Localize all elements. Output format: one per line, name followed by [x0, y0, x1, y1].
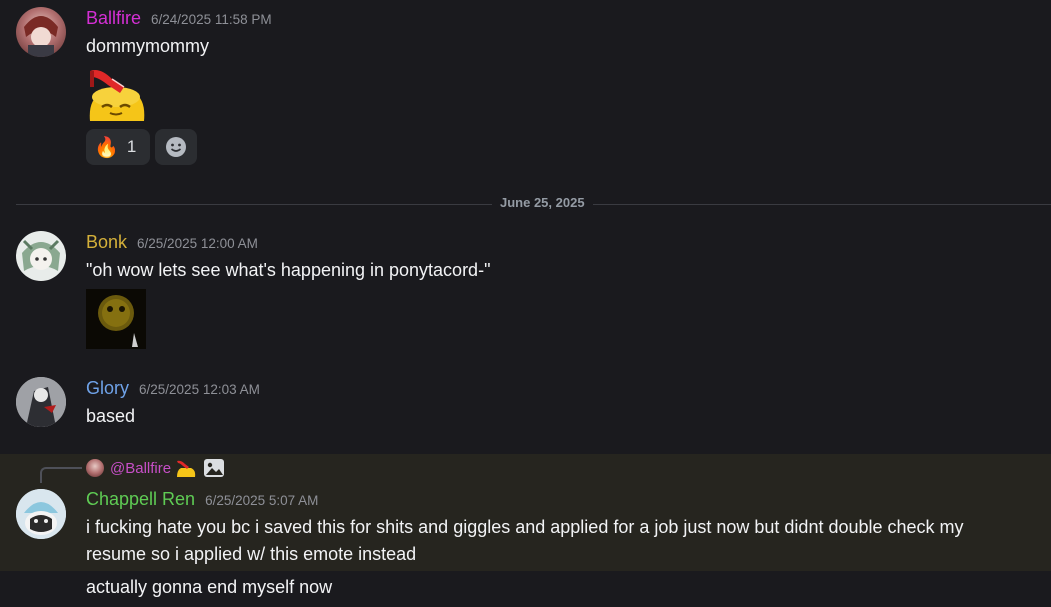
avatar-art-icon [16, 377, 66, 427]
reaction-fire[interactable]: 🔥 1 [86, 129, 150, 165]
image-icon [204, 459, 225, 477]
add-reaction-button[interactable] [155, 129, 197, 165]
message-text: based [86, 406, 136, 426]
message-text-line-1: i fucking hate you bc i saved this for s… [86, 517, 964, 537]
message-text-line-2: resume so i applied w/ this emote instea… [86, 544, 417, 564]
add-reaction-icon [166, 137, 186, 157]
heeled-blob-emote-icon [177, 460, 196, 477]
avatar[interactable] [16, 489, 66, 539]
username[interactable]: Ballfire [86, 8, 141, 29]
message-text: "oh wow lets see what's happening in pon… [86, 260, 491, 280]
avatar[interactable] [16, 7, 66, 57]
date-divider-label: June 25, 2025 [492, 195, 593, 210]
reply-avatar [86, 459, 104, 477]
heeled-blob-emote-icon [89, 70, 145, 121]
timestamp: 6/25/2025 5:07 AM [205, 493, 319, 508]
username[interactable]: Glory [86, 378, 129, 399]
reply-preview[interactable]: @Ballfire [86, 458, 225, 478]
timestamp: 6/24/2025 11:58 PM [151, 12, 272, 27]
timestamp: 6/25/2025 12:00 AM [137, 236, 258, 251]
reaction-count: 1 [126, 137, 137, 156]
reply-username[interactable]: @Ballfire [110, 460, 171, 477]
reply-connector [40, 467, 82, 483]
username[interactable]: Bonk [86, 232, 127, 253]
avatar[interactable] [16, 231, 66, 281]
message-text: dommymommy [86, 36, 210, 56]
followup-message-text: actually gonna end myself now [86, 577, 333, 597]
image-attachment[interactable] [86, 289, 146, 349]
avatar-art-icon [22, 239, 60, 271]
username[interactable]: Chappell Ren [86, 489, 195, 510]
timestamp: 6/25/2025 12:03 AM [139, 382, 260, 397]
avatar-art-icon [24, 16, 58, 57]
avatar[interactable] [16, 377, 66, 427]
fire-icon: 🔥 [94, 136, 119, 159]
avatar-art-icon [16, 489, 66, 539]
